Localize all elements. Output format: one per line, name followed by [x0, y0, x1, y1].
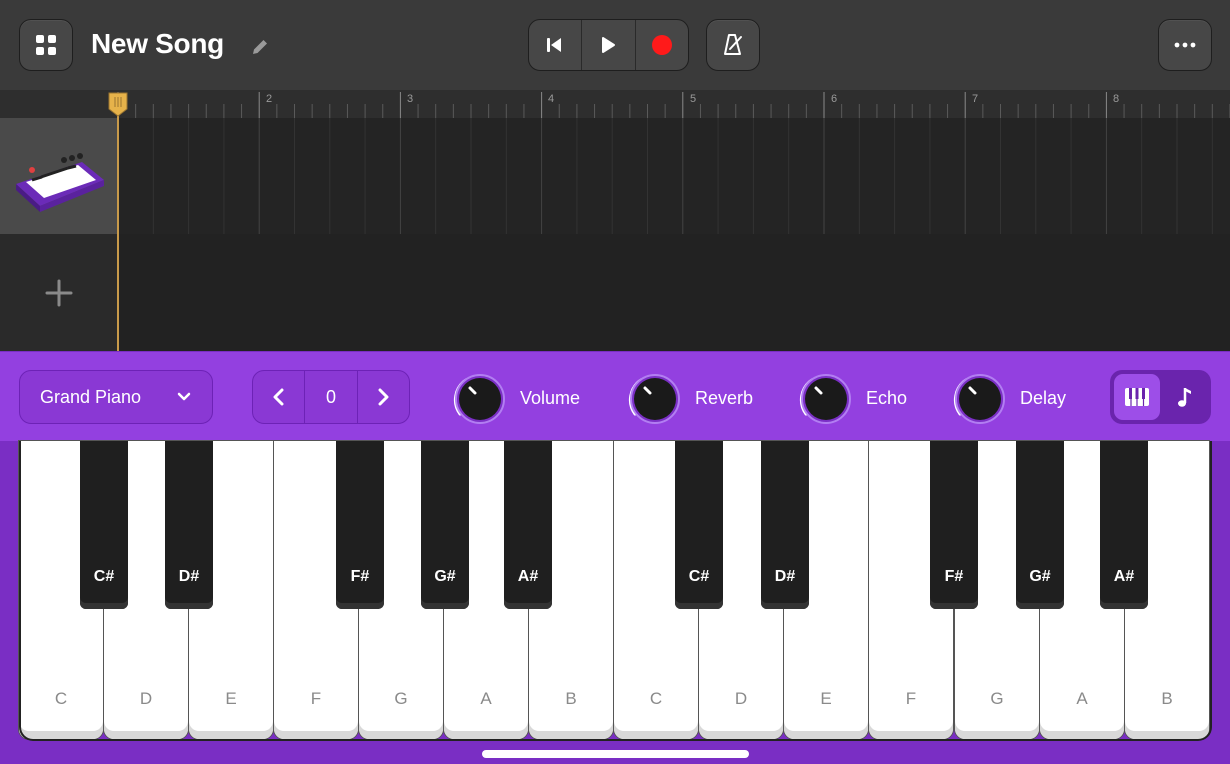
octave-up-button[interactable]	[358, 371, 409, 423]
lane-grid	[117, 118, 1213, 234]
skip-back-button[interactable]	[529, 20, 583, 70]
piano-keys-icon	[1125, 388, 1149, 406]
black-key[interactable]: C#	[675, 441, 723, 609]
echo-label: Echo	[866, 388, 908, 408]
delay-knob[interactable]	[950, 372, 1010, 426]
play-button[interactable]	[582, 20, 636, 70]
key-label: G#	[1029, 568, 1051, 585]
volume-label: Volume	[520, 388, 581, 408]
play-icon	[602, 37, 616, 53]
key-label: G	[990, 689, 1004, 708]
transport-controls	[528, 19, 689, 71]
key-label: F#	[944, 568, 964, 585]
apps-grid-icon	[36, 35, 56, 55]
top-toolbar: New Song	[0, 0, 1230, 90]
key-label: A#	[1113, 568, 1135, 585]
bar-number: 2	[266, 93, 273, 105]
bar-number: 8	[1113, 93, 1120, 105]
keyboard-synth-icon	[16, 153, 104, 212]
delay-label: Delay	[1020, 388, 1067, 408]
track-header-keyboard[interactable]	[0, 118, 118, 234]
black-key[interactable]: F#	[930, 441, 978, 609]
instrument-controls: Grand Piano 0 Volume Reverb Echo Delay	[0, 351, 1230, 441]
key-label: C	[649, 689, 663, 708]
keyboard-view-button[interactable]	[1114, 374, 1160, 420]
key-label: D	[139, 689, 153, 708]
pencil-icon[interactable]	[249, 36, 271, 58]
instrument-selector[interactable]: Grand Piano	[19, 370, 213, 424]
key-label: C#	[93, 568, 115, 585]
octave-stepper: 0	[252, 370, 410, 424]
bar-number: 6	[831, 93, 838, 105]
piano-keyboard: C D E F G A B C D E F G A B C# D# F# G# …	[0, 441, 1230, 764]
skip-back-icon	[547, 38, 562, 52]
home-indicator[interactable]	[482, 750, 749, 758]
key-label: D	[734, 689, 748, 708]
octave-value: 0	[305, 371, 358, 423]
chevron-down-icon	[177, 392, 191, 401]
tracks-area	[0, 118, 1230, 351]
bar-number: 3	[407, 93, 414, 105]
key-label: C#	[688, 568, 710, 585]
metronome-button[interactable]	[706, 19, 760, 71]
bar-number: 7	[972, 93, 979, 105]
black-key[interactable]: A#	[504, 441, 552, 609]
more-icon	[1174, 42, 1196, 48]
empty-lane	[118, 234, 1230, 351]
key-label: F	[905, 689, 917, 708]
key-label: D#	[774, 568, 796, 585]
more-button[interactable]	[1158, 19, 1212, 71]
black-key[interactable]: F#	[336, 441, 384, 609]
metronome-icon	[724, 34, 742, 55]
bar-number: 4	[548, 93, 555, 105]
black-key[interactable]: D#	[761, 441, 809, 609]
key-label: B	[565, 689, 577, 708]
timeline-ruler[interactable]: 2 3 4 5 6 7 8	[0, 90, 1230, 118]
octave-down-button[interactable]	[253, 371, 306, 423]
key-label: F#	[350, 568, 370, 585]
chevron-right-icon	[378, 388, 389, 406]
black-key[interactable]: D#	[165, 441, 213, 609]
track-lane[interactable]	[117, 118, 1230, 234]
reverb-label: Reverb	[695, 388, 754, 408]
ruler-ticks	[117, 92, 1230, 118]
black-key[interactable]: G#	[1016, 441, 1064, 609]
key-label: A#	[517, 568, 539, 585]
song-title[interactable]: New Song	[91, 28, 224, 60]
instrument-label: Grand Piano	[40, 386, 142, 407]
key-label: A	[480, 689, 492, 708]
key-label: E	[225, 689, 237, 708]
chevron-left-icon	[273, 388, 284, 406]
music-note-icon	[1178, 388, 1191, 407]
apps-button[interactable]	[19, 19, 73, 71]
bar-number: 5	[690, 93, 697, 105]
key-label: D#	[178, 568, 200, 585]
key-label: E	[820, 689, 832, 708]
volume-knob[interactable]	[450, 372, 510, 426]
playhead-handle[interactable]	[107, 91, 129, 117]
echo-knob[interactable]	[796, 372, 856, 426]
key-label: B	[1161, 689, 1173, 708]
notes-view-button[interactable]	[1162, 374, 1208, 420]
playhead[interactable]	[117, 110, 119, 351]
key-label: F	[310, 689, 322, 708]
record-button[interactable]	[636, 20, 688, 70]
key-label: A	[1076, 689, 1088, 708]
black-key[interactable]: G#	[421, 441, 469, 609]
view-toggle	[1110, 370, 1211, 424]
reverb-knob[interactable]	[625, 372, 685, 426]
key-label: C	[54, 689, 68, 708]
black-key[interactable]: A#	[1100, 441, 1148, 609]
add-track-button[interactable]	[0, 234, 118, 351]
plus-icon	[45, 279, 73, 306]
black-key[interactable]: C#	[80, 441, 128, 609]
key-label: G	[394, 689, 408, 708]
key-label: G#	[434, 568, 456, 585]
record-icon	[651, 35, 672, 55]
